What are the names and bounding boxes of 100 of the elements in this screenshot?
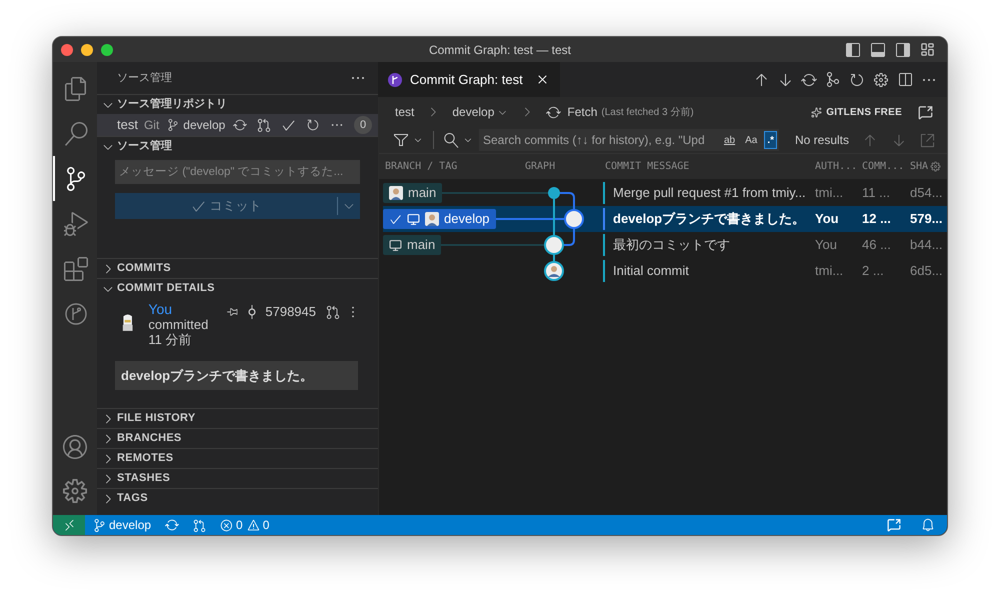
date-cell-text: 46 ...	[861, 236, 892, 254]
fetch-button[interactable]: Fetch	[567, 103, 598, 121]
commit-node	[544, 235, 564, 255]
refresh-icon[interactable]	[849, 72, 865, 88]
branch-name[interactable]: develop	[183, 116, 226, 134]
open-in-new-icon[interactable]	[920, 132, 935, 148]
status-branch[interactable]: develop	[109, 516, 152, 534]
tab-label: Commit Graph: test	[410, 70, 523, 89]
section-header[interactable]: TAGS	[97, 488, 378, 508]
section-header[interactable]: REMOTES	[97, 448, 378, 468]
search-option-toggle[interactable]: .*	[764, 131, 777, 149]
sha-cell-text: b44...	[909, 236, 944, 254]
commit-row[interactable]: main Merge pull request #1 from tmiy... tmi... 11 ... d54...	[383, 180, 947, 206]
warning-icon	[246, 518, 260, 532]
branch-name: main	[408, 184, 436, 202]
filter-icon[interactable]	[393, 132, 409, 148]
section-header[interactable]: STASHES	[97, 468, 378, 488]
gitlens-logo-icon	[388, 72, 402, 86]
files-icon	[64, 76, 88, 100]
commit-message-box: developブランチで書きました。	[115, 361, 358, 390]
sparkle-icon	[811, 106, 822, 118]
editor-tab[interactable]: Commit Graph: test	[378, 62, 560, 97]
section-title: ソース管理	[117, 139, 172, 154]
avatar-icon	[389, 186, 403, 200]
section-header[interactable]: FILE HISTORY	[97, 408, 378, 428]
remote-button[interactable]	[53, 515, 85, 535]
branch-label[interactable]: develop	[383, 209, 496, 229]
toggle-sidebar-icon[interactable]	[845, 42, 861, 58]
commit-message: Merge pull request #1 from tmiy...	[613, 184, 806, 202]
repository-provider: Git	[144, 117, 160, 134]
sidebar-title: ソース管理	[117, 70, 172, 86]
last-fetched-text: (Last fetched 3 分前)	[601, 106, 694, 120]
next-result-icon[interactable]	[891, 132, 906, 148]
commit-time: 11 分前	[148, 332, 193, 347]
column-header[interactable]: COMM...	[862, 159, 904, 174]
section-header[interactable]: ソース管理	[97, 136, 378, 156]
branch-icon	[93, 518, 106, 532]
branch-label[interactable]: main	[383, 183, 442, 203]
split-editor-icon[interactable]	[897, 72, 913, 88]
column-header[interactable]: BRANCH / TAG	[385, 159, 458, 174]
branch-name: main	[407, 236, 436, 254]
previous-result-icon[interactable]	[862, 132, 877, 148]
zoom-window-button[interactable]	[101, 44, 113, 56]
column-header[interactable]: SHA	[910, 159, 928, 174]
column-header[interactable]: COMMIT MESSAGE	[605, 159, 690, 174]
settings-icon[interactable]	[63, 479, 87, 503]
toggle-panel-icon[interactable]	[870, 42, 886, 58]
date-cell-text: 11 ...	[861, 184, 891, 202]
commit-message-field[interactable]: メッセージ ("develop" でコミットするた...	[115, 160, 360, 184]
warning-count[interactable]: 0	[262, 516, 270, 534]
author-cell-text: You	[814, 210, 840, 228]
column-settings-icon[interactable]	[930, 161, 941, 172]
error-icon	[220, 518, 234, 532]
section-title: COMMITS	[117, 261, 171, 276]
author-link[interactable]: You	[148, 302, 208, 317]
settings-icon[interactable]	[873, 72, 889, 88]
account-icon[interactable]	[63, 435, 87, 459]
author-cell-text: You	[814, 236, 838, 254]
computer-icon	[389, 238, 402, 252]
search-option-toggle[interactable]: Aa	[742, 131, 760, 149]
commit-message: developブランチで書きました。	[613, 210, 806, 228]
customize-layout-icon[interactable]	[920, 42, 935, 56]
sync-icon[interactable]	[165, 518, 180, 532]
avatar-icon	[425, 212, 439, 226]
check-icon	[190, 198, 206, 214]
section-header[interactable]: COMMIT DETAILS	[97, 278, 378, 298]
search-results-text: No results	[795, 132, 850, 149]
section-header[interactable]: BRANCHES	[97, 428, 378, 448]
commit-sha[interactable]: 5798945	[265, 302, 316, 322]
commit-row[interactable]: Initial commit tmi... 2 ... 6d5...	[383, 258, 947, 284]
commit-message: 最初のコミットです	[613, 236, 730, 254]
search-option-toggle[interactable]: ab	[720, 131, 738, 149]
column-header[interactable]: AUTH...	[815, 159, 858, 174]
refresh-icon[interactable]	[306, 118, 320, 132]
branch-label[interactable]: main	[383, 235, 442, 255]
minimize-window-button[interactable]	[81, 44, 93, 56]
commit-label: コミット	[210, 197, 262, 216]
plan-badge[interactable]: GITLENS FREE	[826, 104, 902, 120]
branch-icon	[167, 119, 180, 131]
gitlens-icon	[64, 302, 88, 326]
share-icon[interactable]	[918, 104, 933, 120]
section-title: TAGS	[117, 491, 148, 506]
search-icon[interactable]	[444, 132, 459, 148]
column-header[interactable]: GRAPH	[525, 159, 556, 174]
close-window-button[interactable]	[61, 44, 73, 56]
toggle-secondary-sidebar-icon[interactable]	[895, 42, 911, 58]
section-header[interactable]: COMMITS	[97, 258, 378, 278]
search-field[interactable]: Search commits (↑↓ for history), e.g. "Upd ab Aa .*	[479, 129, 779, 151]
breadcrumb-item[interactable]: test	[395, 103, 414, 121]
date-cell-text: 2 ...	[861, 262, 885, 280]
author-cell-text: tmi...	[814, 262, 844, 280]
repository-row[interactable]: test Git develop 0	[97, 114, 378, 136]
breadcrumb-item[interactable]: develop	[452, 103, 494, 121]
error-count[interactable]: 0	[236, 516, 243, 534]
commit-row[interactable]: develop developブランチで書きました。 You 12 ... 579...	[383, 206, 947, 232]
sync-icon[interactable]	[801, 72, 817, 88]
commit-node	[548, 187, 560, 199]
sync-icon[interactable]	[233, 118, 248, 132]
notifications-icon[interactable]	[921, 518, 935, 532]
commit-check-icon[interactable]	[281, 118, 296, 132]
